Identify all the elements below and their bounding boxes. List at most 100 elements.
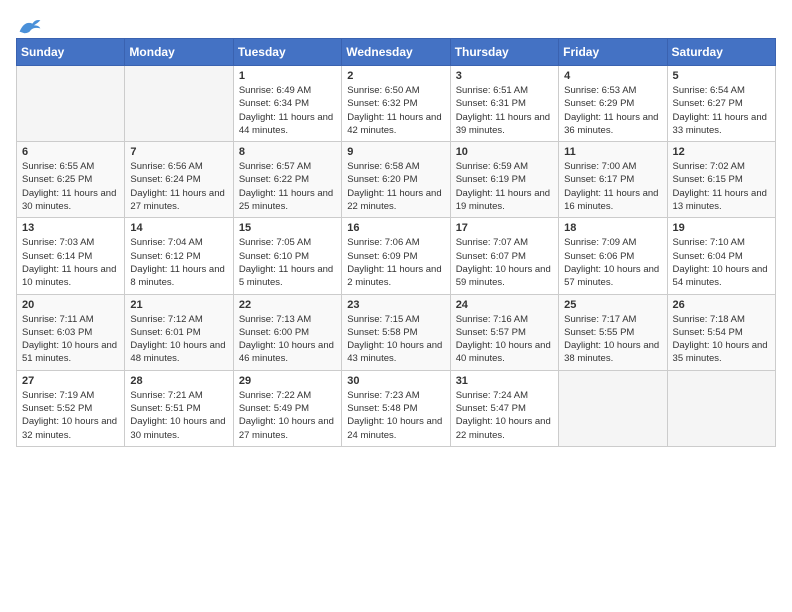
calendar-cell: 7 Sunrise: 6:56 AM Sunset: 6:24 PM Daylig… xyxy=(125,142,233,218)
day-info: Sunrise: 6:56 AM Sunset: 6:24 PM Dayligh… xyxy=(130,160,227,213)
day-number: 28 xyxy=(130,375,227,387)
calendar-cell: 6Sunrise: 6:55 AM Sunset: 6:25 PM Daylig… xyxy=(17,142,125,218)
day-info: Sunrise: 7:24 AM Sunset: 5:47 PM Dayligh… xyxy=(456,389,553,442)
day-info: Sunrise: 6:57 AM Sunset: 6:22 PM Dayligh… xyxy=(239,160,336,213)
calendar-cell: 16Sunrise: 7:06 AM Sunset: 6:09 PM Dayli… xyxy=(342,218,450,294)
day-info: Sunrise: 7:03 AM Sunset: 6:14 PM Dayligh… xyxy=(22,236,119,289)
day-number: 4 xyxy=(564,70,661,82)
day-info: Sunrise: 6:49 AM Sunset: 6:34 PM Dayligh… xyxy=(239,84,336,137)
calendar-cell: 29Sunrise: 7:22 AM Sunset: 5:49 PM Dayli… xyxy=(233,370,341,446)
calendar-table: SundayMondayTuesdayWednesdayThursdayFrid… xyxy=(16,38,776,447)
day-info: Sunrise: 7:12 AM Sunset: 6:01 PM Dayligh… xyxy=(130,313,227,366)
day-info: Sunrise: 6:53 AM Sunset: 6:29 PM Dayligh… xyxy=(564,84,661,137)
day-number: 5 xyxy=(673,70,770,82)
calendar-week-row: 20 Sunrise: 7:11 AM Sunset: 6:03 PM Dayli… xyxy=(17,294,776,370)
calendar-cell: 14 Sunrise: 7:04 AM Sunset: 6:12 PM Dayli… xyxy=(125,218,233,294)
calendar-cell: 8 Sunrise: 6:57 AM Sunset: 6:22 PM Daylig… xyxy=(233,142,341,218)
day-number: 21 xyxy=(130,299,227,311)
calendar-day-header: Tuesday xyxy=(233,39,341,66)
day-number: 31 xyxy=(456,375,553,387)
calendar-day-header: Thursday xyxy=(450,39,558,66)
calendar-cell: 26Sunrise: 7:18 AM Sunset: 5:54 PM Dayli… xyxy=(667,294,775,370)
calendar-cell: 13 Sunrise: 7:03 AM Sunset: 6:14 PM Dayli… xyxy=(17,218,125,294)
calendar-cell: 5 Sunrise: 6:54 AM Sunset: 6:27 PM Daylig… xyxy=(667,66,775,142)
day-number: 8 xyxy=(239,146,336,158)
day-info: Sunrise: 7:13 AM Sunset: 6:00 PM Dayligh… xyxy=(239,313,336,366)
day-info: Sunrise: 6:54 AM Sunset: 6:27 PM Dayligh… xyxy=(673,84,770,137)
calendar-week-row: 1 Sunrise: 6:49 AM Sunset: 6:34 PM Daylig… xyxy=(17,66,776,142)
calendar-week-row: 13 Sunrise: 7:03 AM Sunset: 6:14 PM Dayli… xyxy=(17,218,776,294)
day-number: 17 xyxy=(456,222,553,234)
day-info: Sunrise: 7:22 AM Sunset: 5:49 PM Dayligh… xyxy=(239,389,336,442)
day-info: Sunrise: 7:15 AM Sunset: 5:58 PM Dayligh… xyxy=(347,313,444,366)
day-info: Sunrise: 6:51 AM Sunset: 6:31 PM Dayligh… xyxy=(456,84,553,137)
day-number: 9 xyxy=(347,146,444,158)
calendar-cell: 19 Sunrise: 7:10 AM Sunset: 6:04 PM Dayli… xyxy=(667,218,775,294)
calendar-week-row: 6Sunrise: 6:55 AM Sunset: 6:25 PM Daylig… xyxy=(17,142,776,218)
calendar-cell: 21 Sunrise: 7:12 AM Sunset: 6:01 PM Dayli… xyxy=(125,294,233,370)
calendar-day-header: Saturday xyxy=(667,39,775,66)
calendar-cell: 31 Sunrise: 7:24 AM Sunset: 5:47 PM Dayli… xyxy=(450,370,558,446)
day-number: 24 xyxy=(456,299,553,311)
day-info: Sunrise: 7:07 AM Sunset: 6:07 PM Dayligh… xyxy=(456,236,553,289)
day-number: 23 xyxy=(347,299,444,311)
logo xyxy=(16,16,42,30)
calendar-body: 1 Sunrise: 6:49 AM Sunset: 6:34 PM Daylig… xyxy=(17,66,776,447)
day-info: Sunrise: 7:02 AM Sunset: 6:15 PM Dayligh… xyxy=(673,160,770,213)
page-header xyxy=(16,16,776,30)
day-info: Sunrise: 7:05 AM Sunset: 6:10 PM Dayligh… xyxy=(239,236,336,289)
calendar-cell: 15Sunrise: 7:05 AM Sunset: 6:10 PM Dayli… xyxy=(233,218,341,294)
calendar-cell: 20 Sunrise: 7:11 AM Sunset: 6:03 PM Dayli… xyxy=(17,294,125,370)
calendar-cell xyxy=(559,370,667,446)
day-info: Sunrise: 6:50 AM Sunset: 6:32 PM Dayligh… xyxy=(347,84,444,137)
logo-bird-icon xyxy=(18,16,42,36)
day-number: 2 xyxy=(347,70,444,82)
calendar-cell: 10Sunrise: 6:59 AM Sunset: 6:19 PM Dayli… xyxy=(450,142,558,218)
calendar-cell: 9 Sunrise: 6:58 AM Sunset: 6:20 PM Daylig… xyxy=(342,142,450,218)
day-number: 11 xyxy=(564,146,661,158)
day-number: 20 xyxy=(22,299,119,311)
day-number: 22 xyxy=(239,299,336,311)
day-number: 6 xyxy=(22,146,119,158)
calendar-cell: 30Sunrise: 7:23 AM Sunset: 5:48 PM Dayli… xyxy=(342,370,450,446)
day-number: 16 xyxy=(347,222,444,234)
day-number: 14 xyxy=(130,222,227,234)
calendar-cell: 17 Sunrise: 7:07 AM Sunset: 6:07 PM Dayli… xyxy=(450,218,558,294)
calendar-cell xyxy=(17,66,125,142)
day-info: Sunrise: 7:18 AM Sunset: 5:54 PM Dayligh… xyxy=(673,313,770,366)
calendar-cell xyxy=(125,66,233,142)
day-info: Sunrise: 6:58 AM Sunset: 6:20 PM Dayligh… xyxy=(347,160,444,213)
calendar-cell: 2 Sunrise: 6:50 AM Sunset: 6:32 PM Daylig… xyxy=(342,66,450,142)
calendar-cell: 3 Sunrise: 6:51 AM Sunset: 6:31 PM Daylig… xyxy=(450,66,558,142)
day-info: Sunrise: 7:04 AM Sunset: 6:12 PM Dayligh… xyxy=(130,236,227,289)
calendar-cell: 4 Sunrise: 6:53 AM Sunset: 6:29 PM Daylig… xyxy=(559,66,667,142)
day-number: 13 xyxy=(22,222,119,234)
day-number: 7 xyxy=(130,146,227,158)
calendar-day-header: Monday xyxy=(125,39,233,66)
calendar-cell: 25Sunrise: 7:17 AM Sunset: 5:55 PM Dayli… xyxy=(559,294,667,370)
day-info: Sunrise: 7:11 AM Sunset: 6:03 PM Dayligh… xyxy=(22,313,119,366)
day-info: Sunrise: 7:21 AM Sunset: 5:51 PM Dayligh… xyxy=(130,389,227,442)
day-number: 19 xyxy=(673,222,770,234)
day-info: Sunrise: 7:17 AM Sunset: 5:55 PM Dayligh… xyxy=(564,313,661,366)
day-info: Sunrise: 7:23 AM Sunset: 5:48 PM Dayligh… xyxy=(347,389,444,442)
day-number: 3 xyxy=(456,70,553,82)
calendar-day-header: Sunday xyxy=(17,39,125,66)
calendar-cell: 12 Sunrise: 7:02 AM Sunset: 6:15 PM Dayli… xyxy=(667,142,775,218)
calendar-day-header: Friday xyxy=(559,39,667,66)
calendar-week-row: 27Sunrise: 7:19 AM Sunset: 5:52 PM Dayli… xyxy=(17,370,776,446)
day-info: Sunrise: 7:00 AM Sunset: 6:17 PM Dayligh… xyxy=(564,160,661,213)
calendar-cell xyxy=(667,370,775,446)
day-number: 27 xyxy=(22,375,119,387)
calendar-cell: 24Sunrise: 7:16 AM Sunset: 5:57 PM Dayli… xyxy=(450,294,558,370)
day-number: 1 xyxy=(239,70,336,82)
calendar-cell: 22 Sunrise: 7:13 AM Sunset: 6:00 PM Dayli… xyxy=(233,294,341,370)
calendar-cell: 28 Sunrise: 7:21 AM Sunset: 5:51 PM Dayli… xyxy=(125,370,233,446)
calendar-cell: 1 Sunrise: 6:49 AM Sunset: 6:34 PM Daylig… xyxy=(233,66,341,142)
calendar-cell: 18Sunrise: 7:09 AM Sunset: 6:06 PM Dayli… xyxy=(559,218,667,294)
calendar-cell: 27Sunrise: 7:19 AM Sunset: 5:52 PM Dayli… xyxy=(17,370,125,446)
day-info: Sunrise: 7:10 AM Sunset: 6:04 PM Dayligh… xyxy=(673,236,770,289)
day-number: 12 xyxy=(673,146,770,158)
day-info: Sunrise: 6:59 AM Sunset: 6:19 PM Dayligh… xyxy=(456,160,553,213)
calendar-header-row: SundayMondayTuesdayWednesdayThursdayFrid… xyxy=(17,39,776,66)
